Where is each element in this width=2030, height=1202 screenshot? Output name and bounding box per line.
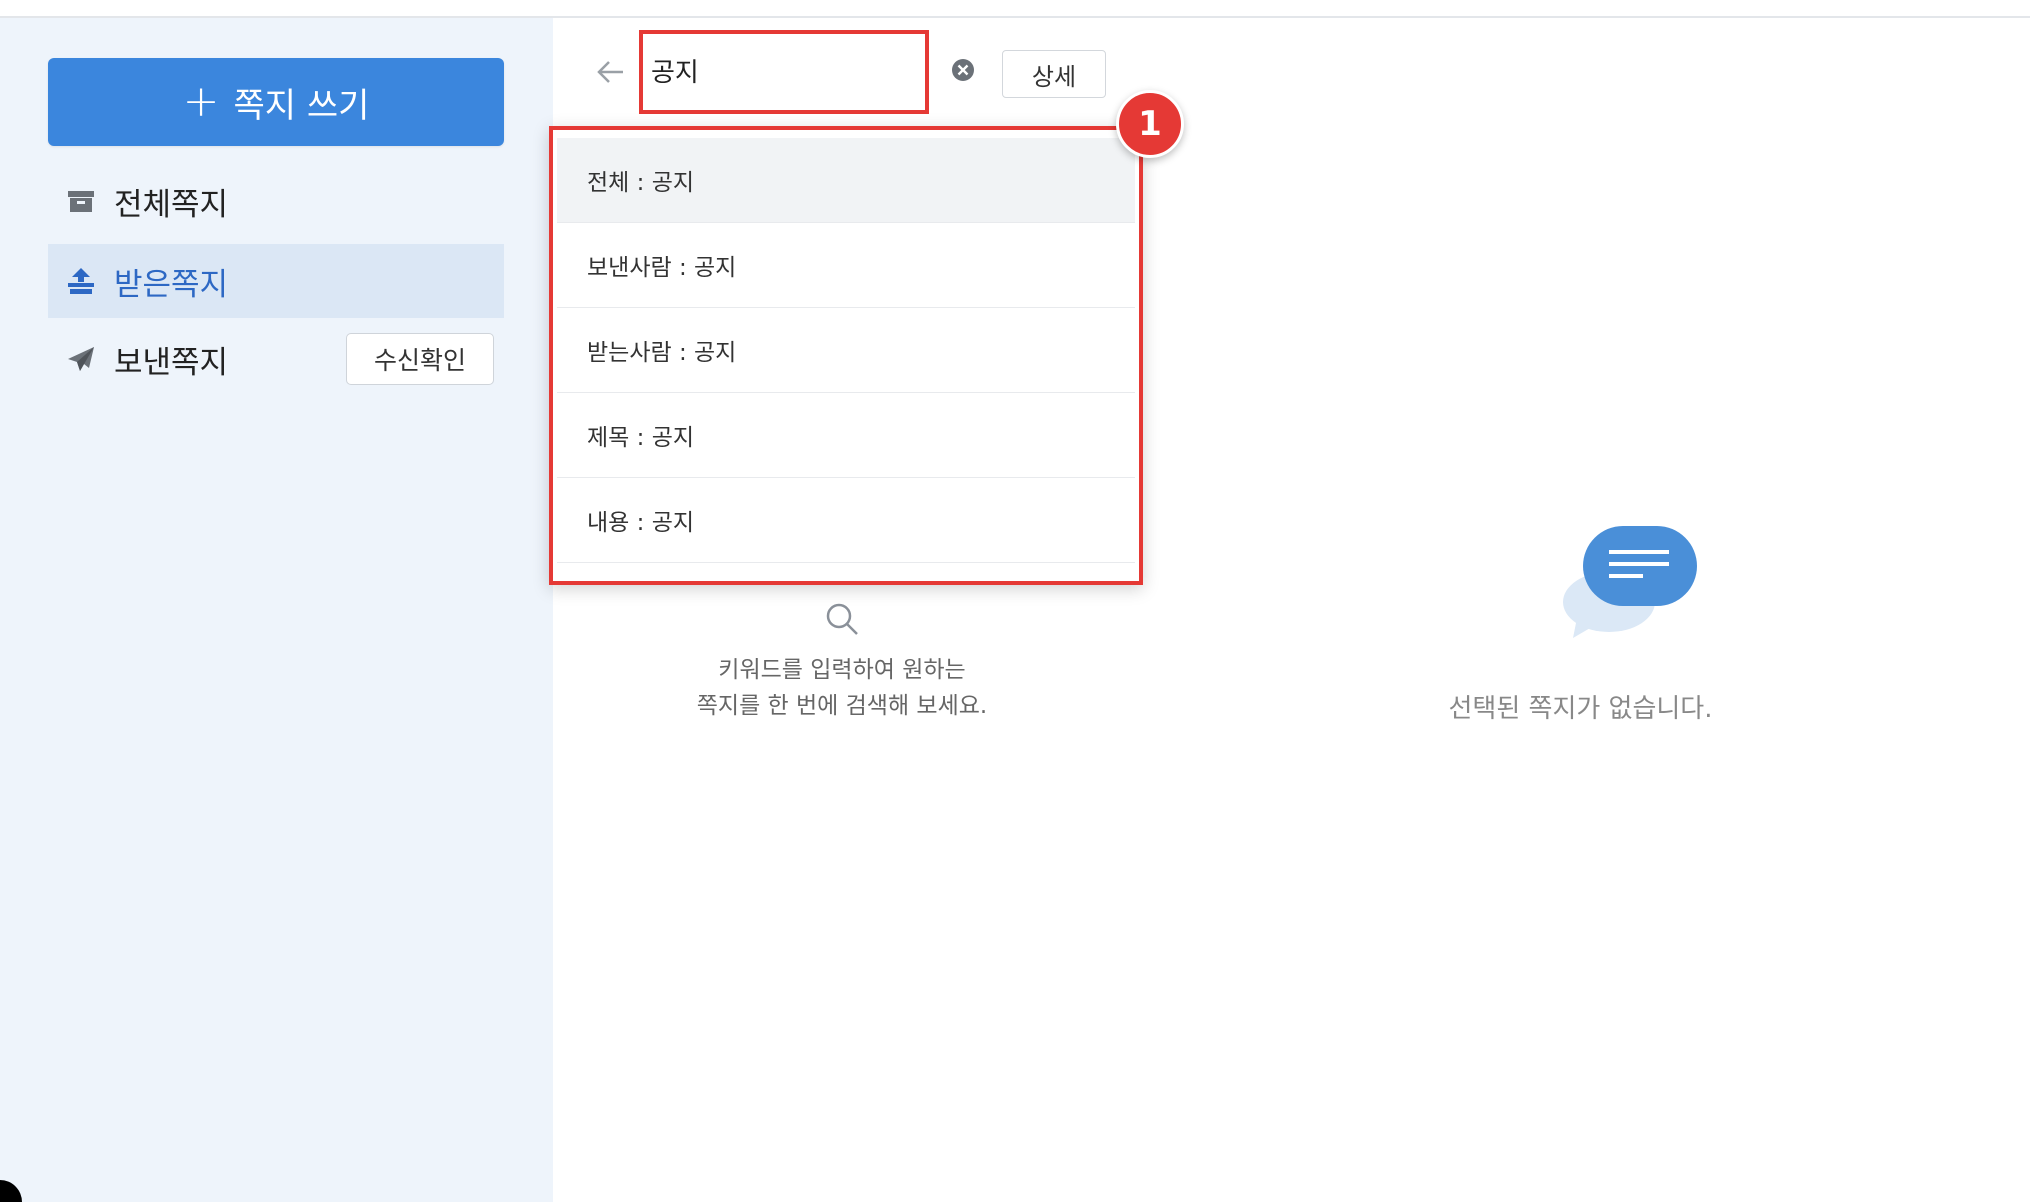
sidebar-item-label: 받은쪽지 xyxy=(114,266,229,303)
compose-button[interactable]: + 쪽지 쓰기 xyxy=(48,58,504,146)
search-icon xyxy=(826,603,858,635)
inbox-icon xyxy=(68,268,94,294)
empty-state-text: 선택된 쪽지가 없습니다. xyxy=(1448,694,1713,724)
paper-plane-icon xyxy=(68,347,94,371)
search-hint: 키워드를 입력하여 원하는 쪽지를 한 번에 검색해 보세요. xyxy=(553,600,1131,724)
hint-line-2: 쪽지를 한 번에 검색해 보세요. xyxy=(696,693,988,719)
suggestion-sender[interactable]: 보낸사람 : 공지 xyxy=(557,223,1135,308)
compose-label: 쪽지 쓰기 xyxy=(233,85,370,126)
chat-bubble-icon xyxy=(1563,526,1697,638)
suggestion-content[interactable]: 내용 : 공지 xyxy=(557,478,1135,563)
sidebar-item-label: 보낸쪽지 xyxy=(114,344,229,381)
sidebar-item-label: 전체쪽지 xyxy=(114,186,229,223)
suggestion-list: 전체 : 공지 보낸사람 : 공지 받는사람 : 공지 제목 : 공지 내용 :… xyxy=(557,138,1135,563)
clear-icon[interactable] xyxy=(951,58,975,82)
back-arrow-icon[interactable] xyxy=(593,54,629,90)
advanced-search-button[interactable]: 상세 xyxy=(1002,50,1106,98)
sidebar-item-sent[interactable]: 보낸쪽지 수신확인 xyxy=(48,322,504,396)
suggestion-subject[interactable]: 제목 : 공지 xyxy=(557,393,1135,478)
archive-icon xyxy=(68,191,94,212)
step-badge: 1 xyxy=(1116,90,1184,158)
read-receipt-button[interactable]: 수신확인 xyxy=(346,333,494,385)
plus-icon: + xyxy=(182,76,220,127)
suggestion-recipient[interactable]: 받는사람 : 공지 xyxy=(557,308,1135,393)
hint-line-1: 키워드를 입력하여 원하는 xyxy=(718,657,966,683)
sidebar: + 쪽지 쓰기 전체쪽지 받은쪽지 보낸쪽지 수신확인 xyxy=(0,18,554,1202)
detail-panel: 선택된 쪽지가 없습니다. xyxy=(1131,18,2030,1202)
search-input[interactable] xyxy=(651,48,911,92)
sidebar-item-inbox[interactable]: 받은쪽지 xyxy=(48,244,504,318)
search-box[interactable] xyxy=(639,30,929,114)
search-suggestions: 전체 : 공지 보낸사람 : 공지 받는사람 : 공지 제목 : 공지 내용 :… xyxy=(549,126,1143,585)
suggestion-all[interactable]: 전체 : 공지 xyxy=(557,138,1135,223)
app-window: + 쪽지 쓰기 전체쪽지 받은쪽지 보낸쪽지 수신확인 공지 상세 전체: 공… xyxy=(0,0,2030,1202)
sidebar-item-all[interactable]: 전체쪽지 xyxy=(48,164,504,238)
